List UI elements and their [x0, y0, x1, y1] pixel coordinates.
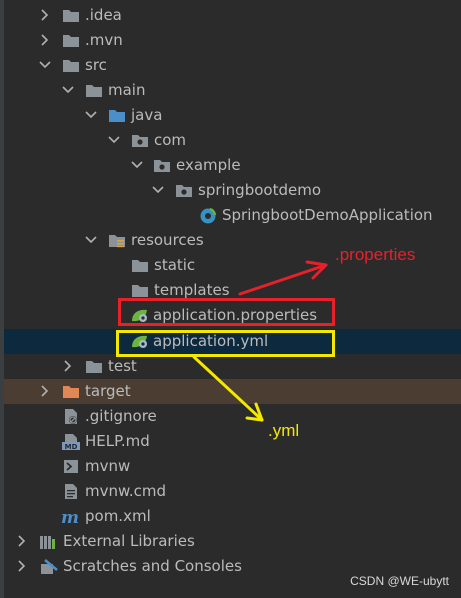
project-tree: .idea .mvn src main java com example spr…: [0, 0, 461, 598]
annotation-arrows: [192, 260, 328, 422]
watermark: CSDN @WE-ubytt: [350, 574, 449, 588]
yml-annotation-label: .yml: [268, 421, 300, 440]
properties-annotation-label: .properties: [335, 245, 416, 264]
